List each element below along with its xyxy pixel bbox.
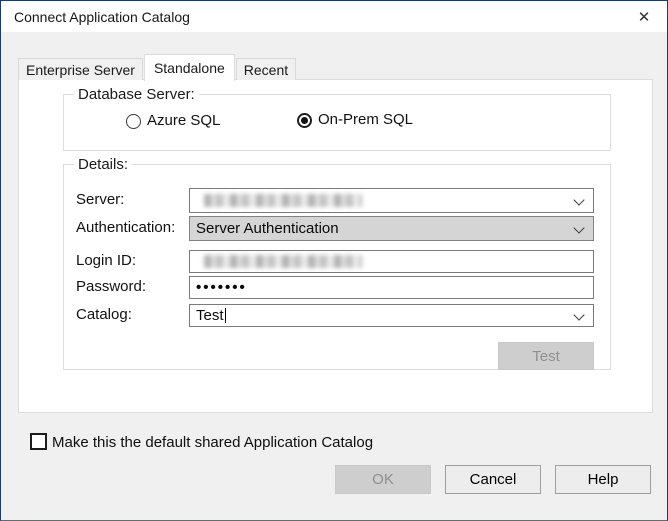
authentication-label: Authentication:: [76, 219, 175, 236]
help-button[interactable]: Help: [555, 465, 651, 494]
ok-button-label: OK: [372, 471, 394, 488]
test-button-label: Test: [532, 348, 560, 365]
chevron-down-icon[interactable]: [575, 196, 584, 205]
password-masked-value: •••••••: [196, 279, 247, 296]
connect-application-catalog-dialog: Connect Application Catalog ✕ Enterprise…: [0, 0, 668, 521]
chevron-down-icon[interactable]: [575, 224, 584, 233]
radio-azure-sql-label: Azure SQL: [147, 113, 220, 129]
chevron-down-icon[interactable]: [575, 311, 584, 320]
tab-label: Enterprise Server: [26, 62, 135, 78]
login-id-label: Login ID:: [76, 252, 136, 269]
ok-button[interactable]: OK: [335, 465, 431, 494]
help-button-label: Help: [588, 471, 619, 488]
tab-label: Standalone: [154, 60, 225, 76]
catalog-combobox[interactable]: Test: [189, 304, 594, 327]
tab-recent[interactable]: Recent: [236, 58, 296, 80]
cancel-button-label: Cancel: [470, 471, 517, 488]
details-legend: Details:: [74, 156, 132, 173]
cancel-button[interactable]: Cancel: [445, 465, 541, 494]
login-id-value-redacted: [204, 255, 362, 268]
text-caret: [225, 308, 226, 323]
default-catalog-checkbox-label: Make this the default shared Application…: [52, 434, 373, 451]
server-combobox[interactable]: [189, 188, 594, 213]
catalog-value: Test: [196, 307, 224, 324]
radio-button-icon: [126, 114, 141, 129]
catalog-label: Catalog:: [76, 306, 132, 323]
tab-standalone[interactable]: Standalone: [144, 54, 235, 81]
radio-on-prem-sql[interactable]: On-Prem SQL: [297, 112, 413, 128]
radio-on-prem-sql-label: On-Prem SQL: [318, 112, 413, 128]
login-id-input[interactable]: [189, 250, 594, 273]
database-server-legend: Database Server:: [74, 86, 199, 103]
authentication-dropdown[interactable]: Server Authentication: [189, 216, 594, 241]
server-label: Server:: [76, 191, 124, 208]
authentication-value: Server Authentication: [196, 220, 339, 237]
titlebar: Connect Application Catalog: [1, 1, 667, 32]
close-icon: ✕: [638, 8, 651, 26]
close-button[interactable]: ✕: [621, 1, 667, 32]
radio-button-selected-icon: [297, 113, 312, 128]
dialog-title: Connect Application Catalog: [1, 9, 190, 25]
server-value-redacted: [204, 194, 362, 207]
test-button[interactable]: Test: [498, 342, 594, 370]
tab-strip: Enterprise Server Standalone Recent: [18, 53, 297, 80]
radio-azure-sql[interactable]: Azure SQL: [126, 113, 220, 129]
password-input[interactable]: •••••••: [189, 276, 594, 299]
password-label: Password:: [76, 278, 146, 295]
default-catalog-checkbox[interactable]: [30, 433, 47, 450]
tab-enterprise-server[interactable]: Enterprise Server: [18, 58, 143, 80]
tab-label: Recent: [244, 62, 288, 78]
